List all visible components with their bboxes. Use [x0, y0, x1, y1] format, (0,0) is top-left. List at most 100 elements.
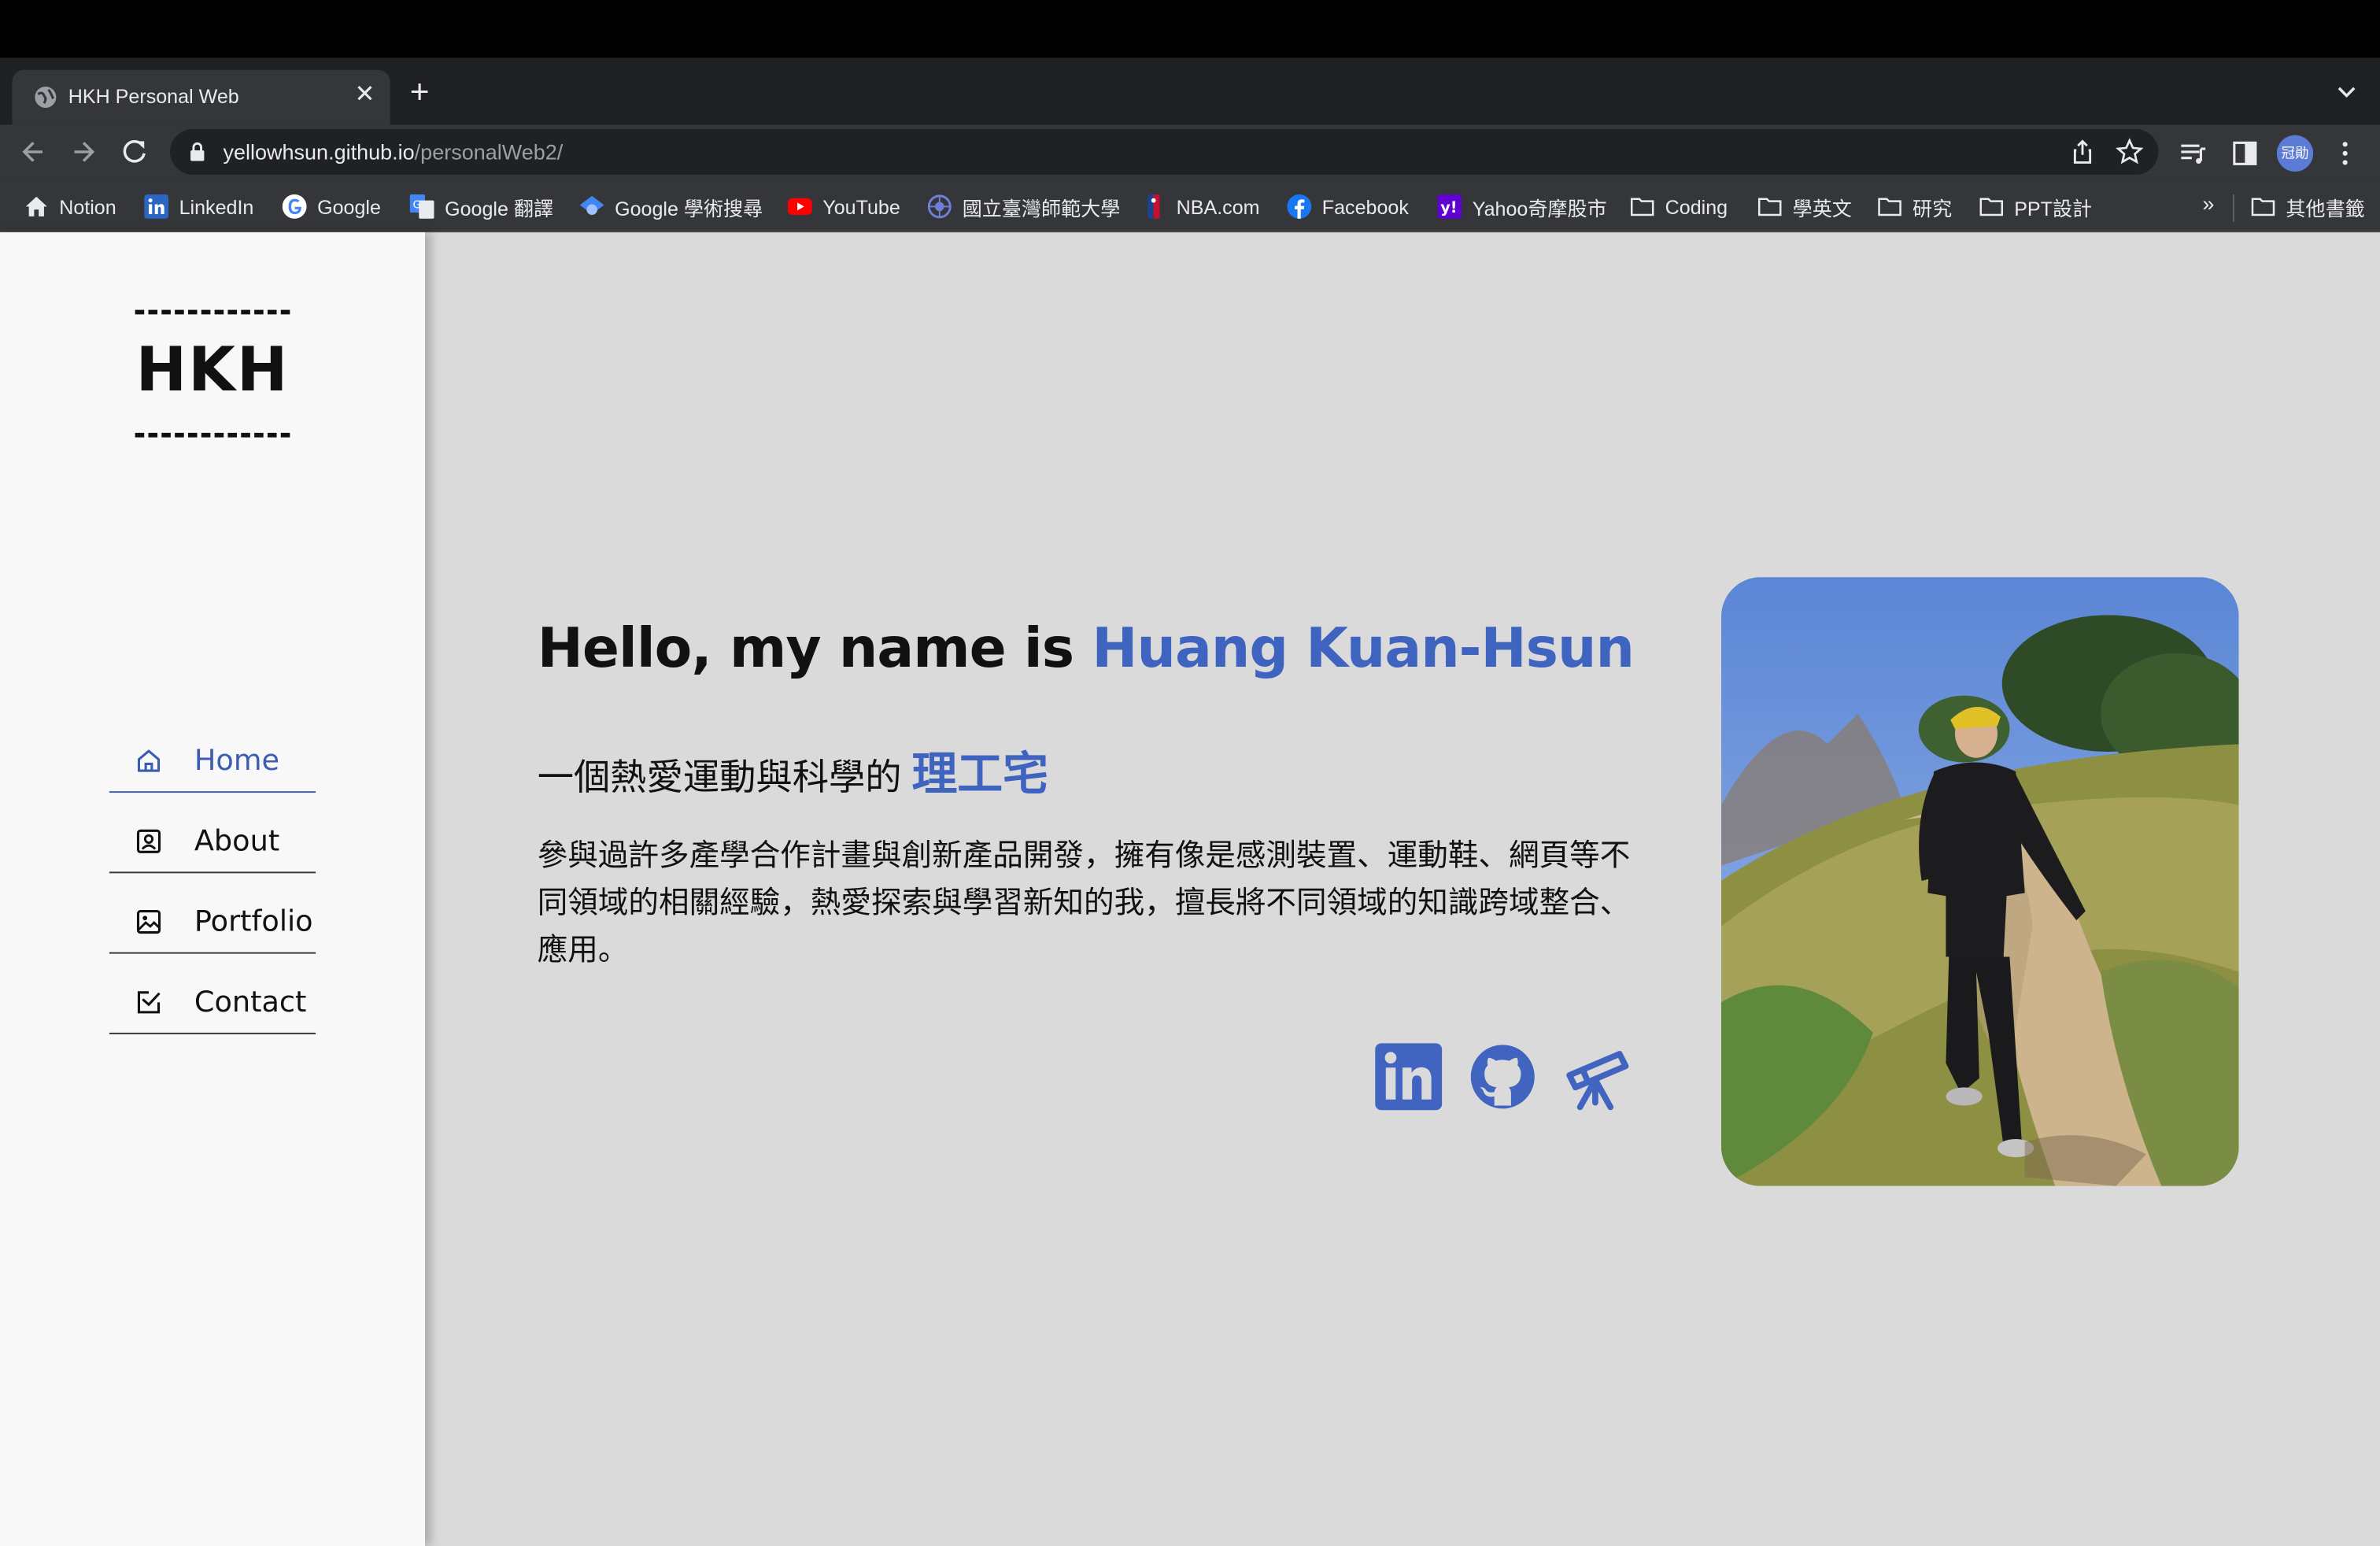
bookmark-ntnu[interactable]: 國立臺灣師範大學	[927, 193, 1120, 220]
bookmark-linkedin[interactable]: LinkedIn	[144, 193, 253, 220]
bookmark-google-scholar[interactable]: Google 學術搜尋	[579, 193, 763, 220]
nav-label: Home	[194, 744, 280, 778]
profile-photo	[1720, 577, 2239, 1186]
nav-item-about[interactable]: About	[109, 812, 316, 874]
facebook-icon	[1287, 194, 1312, 219]
site-logo[interactable]: HKH	[0, 335, 425, 405]
yahoo-icon: y!	[1437, 194, 1462, 219]
hero-name: Huang Kuan-Hsun	[1092, 618, 1635, 681]
bookmark-label: 其他書籤	[2286, 196, 2365, 220]
bookmark-label: NBA.com	[1176, 194, 1260, 218]
media-queue-icon[interactable]	[2179, 139, 2207, 167]
subtitle-highlight: 理工宅	[911, 750, 1049, 801]
browser-toolbar: yellowhsun.github.io/personalWeb2/ 冠勛	[0, 124, 2380, 183]
sidebar: HKH Home About Portfolio Contact	[0, 232, 425, 1546]
bookmark-folder-ppt[interactable]: PPT設計	[1979, 193, 2092, 220]
bookmark-label: PPT設計	[2014, 196, 2093, 220]
notion-icon	[25, 196, 47, 216]
hiking-photo-image	[1720, 577, 2239, 1186]
youtube-icon	[787, 198, 812, 215]
tab-title: HKH Personal Web	[68, 85, 239, 108]
bookmark-nba[interactable]: NBA.com	[1141, 193, 1260, 220]
tab-strip: HKH Personal Web ✕ +	[0, 57, 2380, 125]
logo-top-divider	[135, 309, 290, 315]
bookmark-label: Notion	[59, 194, 116, 218]
bookmark-facebook[interactable]: Facebook	[1287, 193, 1409, 220]
bookmark-youtube[interactable]: YouTube	[787, 193, 900, 220]
profile-avatar[interactable]: 冠勛	[2276, 135, 2314, 172]
bookmark-notion[interactable]: Notion	[24, 193, 116, 220]
bookmark-label: Google 學術搜尋	[615, 196, 763, 220]
google-icon	[282, 194, 307, 219]
web-page: HKH Home About Portfolio Contact Hello, …	[0, 232, 2380, 1546]
bookmark-yahoo[interactable]: y! Yahoo奇摩股市	[1437, 193, 1607, 220]
chevron-down-icon[interactable]	[2334, 79, 2359, 103]
folder-icon	[1630, 198, 1654, 216]
bookmark-label: Google	[317, 194, 381, 218]
more-bookmarks-button[interactable]: »	[2202, 191, 2214, 216]
reload-icon[interactable]	[120, 137, 150, 168]
user-card-icon	[136, 829, 161, 853]
ntnu-icon	[927, 194, 952, 219]
bookmark-google-translate[interactable]: G Google 翻譯	[409, 193, 554, 220]
bookmarks-bar: Notion LinkedIn Google G Google 翻譯 Googl…	[0, 182, 2380, 233]
linkedin-icon[interactable]	[1373, 1041, 1443, 1111]
telescope-icon[interactable]	[1561, 1041, 1632, 1111]
nav-label: Portfolio	[194, 904, 313, 939]
forward-arrow-icon[interactable]	[68, 137, 99, 168]
subtitle-prefix: 一個熱愛運動與科學的	[537, 757, 912, 799]
bookmark-label: Yahoo奇摩股市	[1472, 196, 1607, 220]
folder-icon	[1979, 198, 2004, 216]
bookmark-label: Coding	[1665, 194, 1728, 218]
hero-description: 參與過許多產學合作計畫與創新產品開發，擁有像是感測裝置、運動鞋、網頁等不同領域的…	[537, 839, 1631, 967]
bookmark-folder-english[interactable]: 學英文	[1757, 193, 1852, 220]
nav-item-contact[interactable]: Contact	[109, 974, 316, 1034]
bookmarks-divider	[2232, 194, 2234, 222]
folder-icon	[2251, 198, 2275, 216]
bookmark-label: YouTube	[822, 194, 900, 218]
url-path: /personalWeb2/	[414, 139, 564, 165]
svg-text:G: G	[413, 198, 421, 211]
nav-label: About	[194, 824, 280, 859]
browser-tab[interactable]: HKH Personal Web ✕	[12, 69, 390, 125]
other-bookmarks-folder[interactable]: 其他書籤	[2251, 193, 2365, 220]
bookmark-star-icon[interactable]	[2116, 138, 2144, 166]
bookmark-folder-coding[interactable]: Coding	[1630, 193, 1728, 220]
google-translate-icon: G	[409, 194, 434, 219]
svg-text:y!: y!	[1440, 198, 1457, 216]
hero-greeting: Hello, my name is	[537, 618, 1092, 681]
folder-icon	[1757, 198, 1782, 216]
more-options-icon[interactable]	[2331, 139, 2359, 167]
lock-icon[interactable]	[188, 141, 206, 162]
logo-bottom-divider	[135, 432, 290, 438]
image-icon	[136, 910, 161, 934]
bookmark-label: 學英文	[1792, 196, 1852, 220]
globe-icon	[35, 86, 57, 108]
hero-heading: Hello, my name is Huang Kuan-Hsun	[537, 618, 1635, 681]
side-panel-icon[interactable]	[2231, 139, 2259, 167]
close-tab-icon[interactable]: ✕	[355, 82, 375, 109]
url-host: yellowhsun.github.io	[223, 139, 415, 165]
nba-icon	[1147, 194, 1160, 219]
folder-icon	[1878, 198, 1901, 216]
nav-item-portfolio[interactable]: Portfolio	[109, 893, 316, 954]
github-icon[interactable]	[1468, 1041, 1538, 1111]
share-icon[interactable]	[2071, 139, 2095, 164]
bookmark-label: Google 翻譯	[445, 196, 554, 220]
address-bar[interactable]: yellowhsun.github.io/personalWeb2/	[169, 128, 2159, 175]
screen: HKH Personal Web ✕ + yellowhsun.github.i…	[0, 0, 2380, 1546]
bookmark-folder-research[interactable]: 研究	[1878, 193, 1953, 220]
nav-label: Contact	[194, 986, 307, 1019]
bookmark-label: LinkedIn	[179, 194, 254, 218]
bookmark-google[interactable]: Google	[282, 193, 381, 220]
nav-item-home[interactable]: Home	[109, 732, 316, 793]
hero-subtitle: 一個熱愛運動與科學的 理工宅	[538, 737, 1048, 804]
linkedin-icon	[144, 194, 169, 219]
bookmark-label: 研究	[1912, 196, 1953, 220]
google-scholar-icon	[579, 195, 604, 215]
contact-edit-icon	[137, 991, 161, 1014]
new-tab-icon[interactable]: +	[410, 75, 430, 109]
back-arrow-icon[interactable]	[18, 137, 49, 168]
url-text: yellowhsun.github.io/personalWeb2/	[223, 139, 563, 164]
home-icon	[137, 749, 161, 772]
